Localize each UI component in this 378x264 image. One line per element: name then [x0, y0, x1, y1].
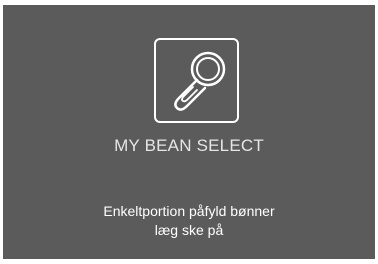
instruction-line-1: Enkeltportion påfyld bønner [103, 203, 275, 219]
bean-select-tile [154, 38, 239, 123]
screen-title: MY BEAN SELECT [114, 136, 264, 155]
instruction-text: Enkeltportion påfyld bønner læg ske på [3, 202, 375, 240]
scoop-icon [174, 51, 226, 111]
machine-display: MY BEAN SELECT Enkeltportion påfyld bønn… [3, 5, 375, 259]
instruction-line-2: læg ske på [154, 222, 224, 238]
